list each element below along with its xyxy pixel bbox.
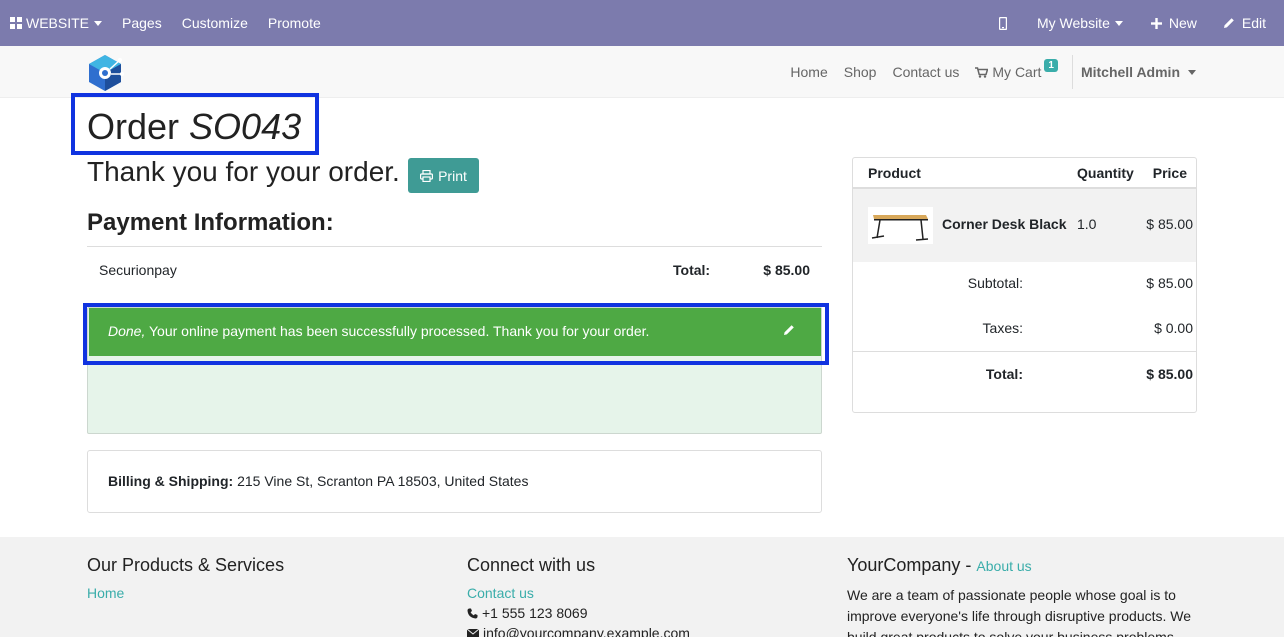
footer-email-text[interactable]: info@yourcompany.example.com [483,625,690,637]
billing-address: 215 Vine St, Scranton PA 18503, United S… [237,473,529,489]
payment-method: Securionpay [99,262,177,278]
phone-icon [467,608,478,618]
footer-company-column: YourCompany - About us We are a team of … [847,555,1197,637]
payment-total-label: Total: [673,262,711,278]
payment-info-heading: Payment Information: [87,209,334,236]
site-header: Home Shop Contact us My Cart 1 Mitchell … [0,46,1284,98]
footer-company-heading: YourCompany - About us [847,555,1197,576]
site-footer: Our Products & Services Home Connect wit… [0,537,1284,637]
col-product: Product [868,165,921,181]
footer-connect-column: Connect with us Contact us +1 555 123 80… [467,555,690,637]
subtotal-value: $ 85.00 [1146,275,1193,291]
col-quantity: Quantity [1077,165,1134,181]
summary-divider [853,351,1196,352]
plus-icon [1150,17,1162,29]
product-quantity: 1.0 [1077,216,1097,232]
thank-you-heading: Thank you for your order. [87,156,400,187]
payment-total-value: $ 85.00 [763,262,810,278]
summary-item-row: Corner Desk Black 1.0 $ 85.00 [853,189,1196,262]
new-button[interactable]: New [1137,0,1211,46]
footer-phone: +1 555 123 8069 [467,605,690,621]
chevron-down-icon [1114,20,1123,26]
footer-company-description: We are a team of passionate people whose… [847,587,1192,637]
nav-shop[interactable]: Shop [836,64,885,80]
apps-grid-icon [10,17,22,29]
order-summary: Product Quantity Price Corner Desk Black… [852,157,1197,413]
total-value: $ 85.00 [1146,366,1193,382]
user-name: Mitchell Admin [1080,64,1180,80]
shopping-cart-icon [975,66,989,78]
footer-link-contact[interactable]: Contact us [467,585,690,601]
footer-phone-text: +1 555 123 8069 [482,605,588,621]
nav-divider [1071,55,1073,89]
footer-email: info@yourcompany.example.com [467,625,690,637]
chevron-down-icon [94,20,103,26]
subtotal-label: Subtotal: [967,275,1023,291]
highlight-frame-success-alert [83,303,829,365]
pencil-icon [1223,18,1234,28]
company-name: YourCompany [847,555,961,575]
col-price: Price [1152,165,1187,181]
main-nav: Home Shop Contact us My Cart 1 Mitchell … [782,46,1196,98]
total-label: Total: [985,366,1023,382]
cart-count-badge: 1 [1044,58,1058,72]
user-menu[interactable]: Mitchell Admin [1081,64,1196,80]
nav-contact[interactable]: Contact us [884,64,967,80]
footer-link-home[interactable]: Home [87,585,284,601]
new-label: New [1168,15,1197,31]
admin-bar: WEBSITE Pages Customize Promote My Websi… [0,0,1284,46]
taxes-label: Taxes: [982,320,1023,336]
footer-products-heading: Our Products & Services [87,555,285,575]
print-label: Print [438,167,467,184]
footer-link-about[interactable]: About us [976,558,1031,574]
summary-header-row: Product Quantity Price [853,158,1196,189]
mobile-preview-button[interactable] [983,0,1023,46]
nav-home[interactable]: Home [782,64,835,80]
company-logo[interactable] [86,54,124,92]
product-name[interactable]: Corner Desk Black [942,216,1067,232]
customize-menu[interactable]: Customize [172,0,258,46]
pages-menu[interactable]: Pages [112,0,172,46]
payment-table: Securionpay Total: $ 85.00 [87,246,822,292]
promote-menu[interactable]: Promote [258,0,331,46]
product-price: $ 85.00 [1146,216,1193,232]
envelope-icon [467,628,479,637]
chevron-down-icon [1188,69,1196,75]
nav-cart[interactable]: My Cart 1 [967,58,1066,80]
printer-icon [420,169,434,182]
cart-label: My Cart [992,64,1042,80]
footer-connect-heading: Connect with us [467,555,596,575]
print-button[interactable]: Print [408,158,479,193]
product-thumbnail[interactable] [868,207,933,244]
billing-label: Billing & Shipping: [108,473,234,489]
edit-button[interactable]: Edit [1211,0,1284,46]
billing-shipping-box: Billing & Shipping: 215 Vine St, Scranto… [87,450,822,513]
taxes-value: $ 0.00 [1154,320,1193,336]
heading-separator: - [960,555,977,575]
footer-products-column: Our Products & Services Home [87,555,284,605]
edit-label: Edit [1241,15,1266,31]
website-menu[interactable]: WEBSITE [0,0,112,46]
website-menu-label: WEBSITE [26,15,90,31]
my-website-label: My Website [1036,15,1110,31]
my-website-menu[interactable]: My Website [1023,0,1137,46]
mobile-phone-icon [998,16,1007,30]
highlight-frame-order-title [71,93,319,155]
